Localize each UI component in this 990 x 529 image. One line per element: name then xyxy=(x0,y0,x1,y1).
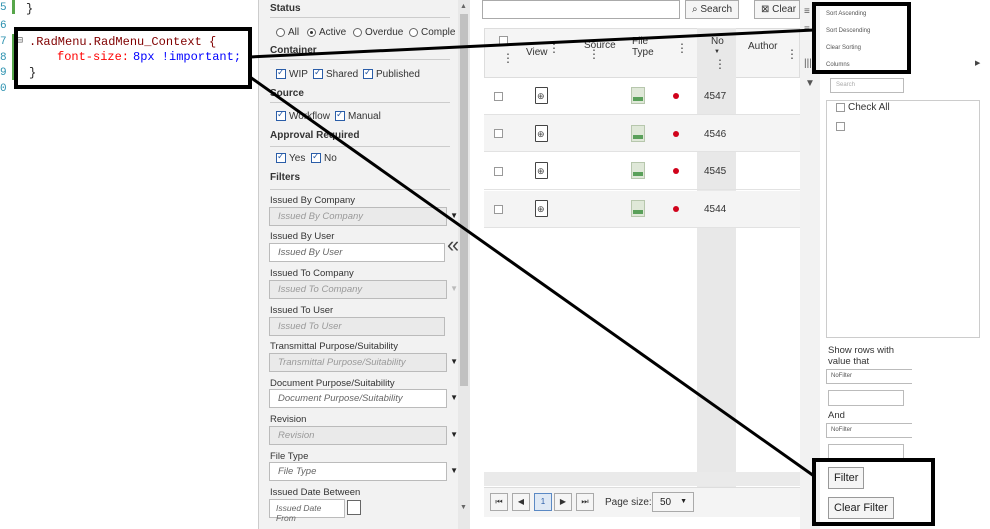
annotation-lines xyxy=(249,28,815,478)
